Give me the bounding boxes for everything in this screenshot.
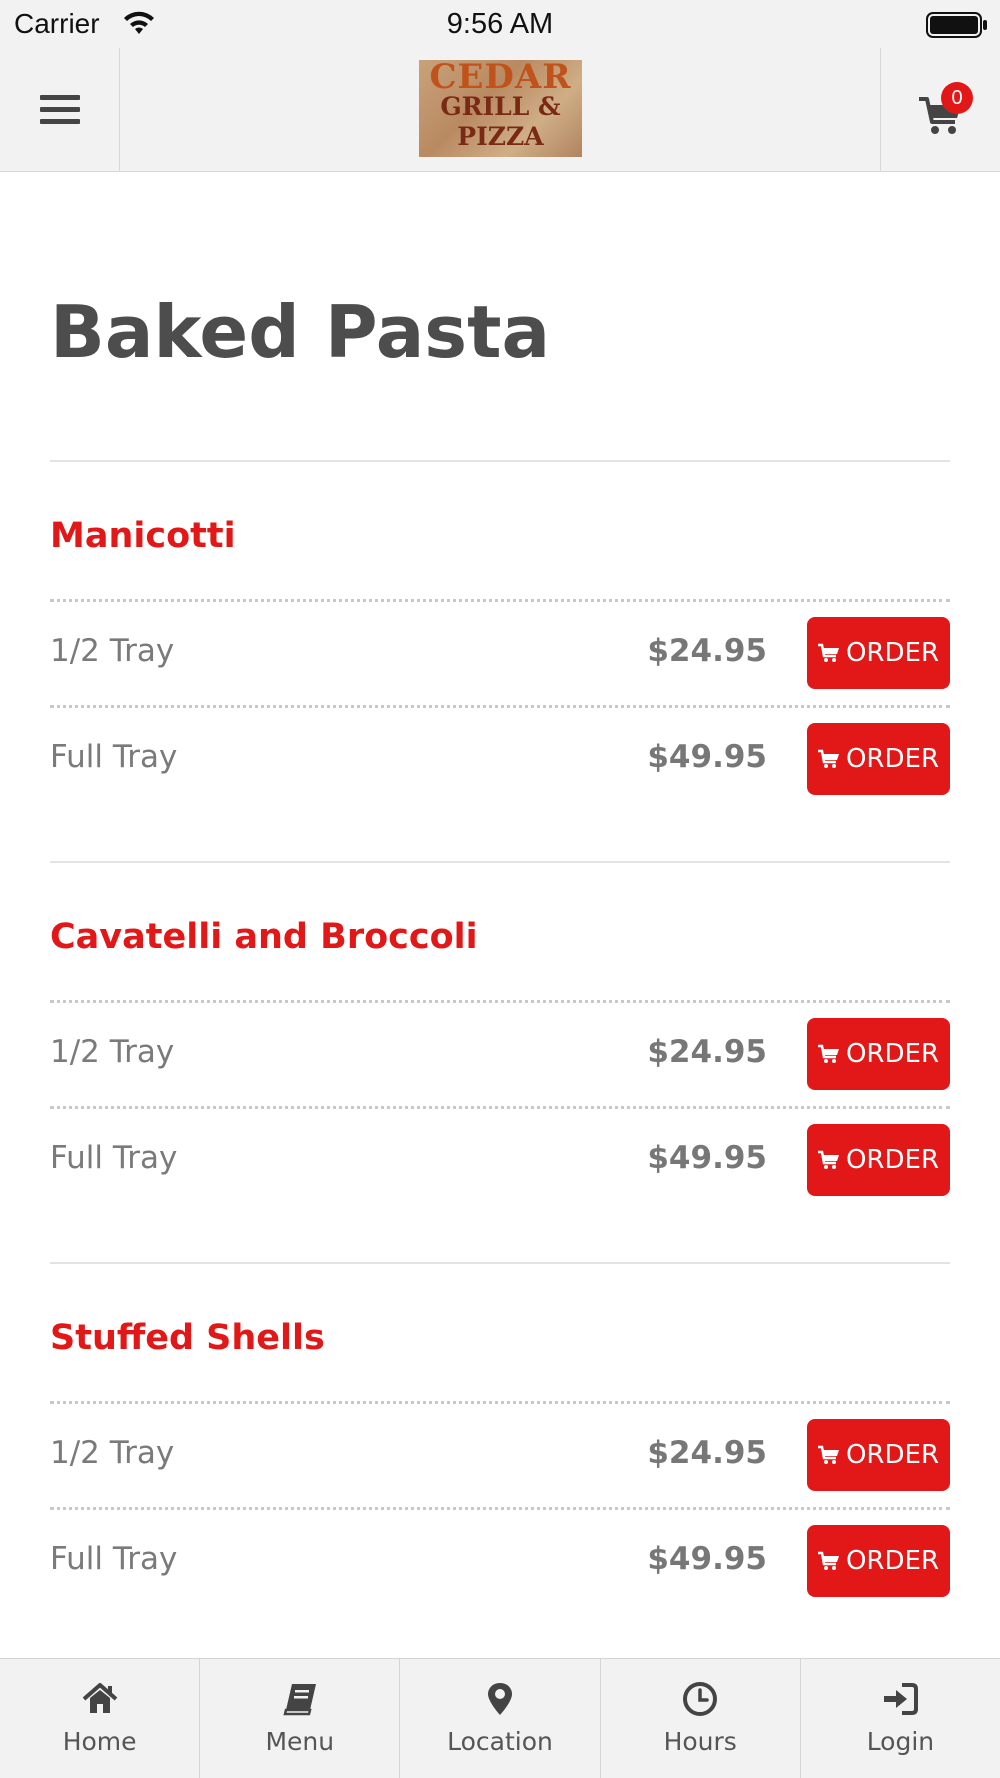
cart-icon xyxy=(817,749,839,768)
order-button[interactable]: ORDER xyxy=(807,617,950,689)
tab-login[interactable]: Login xyxy=(801,1659,1000,1778)
price: $49.95 xyxy=(647,1541,767,1577)
dotted-divider xyxy=(50,1106,950,1109)
cart-count-badge: 0 xyxy=(941,82,973,114)
battery-icon xyxy=(926,12,987,38)
cart-icon xyxy=(817,1044,839,1063)
home-icon xyxy=(82,1683,117,1713)
size-label: Full Tray xyxy=(50,739,178,775)
logo-line-3: PIZZA xyxy=(457,122,544,151)
section-divider xyxy=(50,1262,950,1264)
price: $24.95 xyxy=(647,1435,767,1471)
clock-icon xyxy=(683,1682,718,1716)
cart-button[interactable]: 0 xyxy=(880,48,1000,171)
logo-line-1: CEDAR xyxy=(429,60,572,97)
hamburger-icon xyxy=(39,94,80,124)
price: $24.95 xyxy=(647,633,767,669)
order-button[interactable]: ORDER xyxy=(807,1525,950,1597)
cart-icon xyxy=(817,1551,839,1570)
section-divider xyxy=(50,861,950,863)
price: $49.95 xyxy=(647,739,767,775)
size-label: 1/2 Tray xyxy=(50,1034,175,1070)
order-button[interactable]: ORDER xyxy=(807,1419,950,1491)
dotted-divider xyxy=(50,1000,950,1003)
cart-icon xyxy=(817,1150,839,1169)
order-label: ORDER xyxy=(845,638,940,668)
section-divider xyxy=(50,460,950,462)
item-title: Manicotti xyxy=(50,516,236,556)
size-label: 1/2 Tray xyxy=(50,633,175,669)
tab-label: Hours xyxy=(663,1727,737,1756)
tab-home[interactable]: Home xyxy=(0,1659,201,1778)
item-title: Stuffed Shells xyxy=(50,1318,325,1358)
price: $49.95 xyxy=(647,1140,767,1176)
order-label: ORDER xyxy=(845,1440,940,1470)
order-button[interactable]: ORDER xyxy=(807,1018,950,1090)
order-button[interactable]: ORDER xyxy=(807,723,950,795)
dotted-divider xyxy=(50,1507,950,1510)
restaurant-logo[interactable]: CEDAR GRILL & PIZZA xyxy=(419,60,582,157)
logo-line-2: GRILL & xyxy=(440,92,561,121)
status-bar: Carrier 9:56 AM xyxy=(0,0,1000,48)
app-header: CEDAR GRILL & PIZZA 0 xyxy=(0,48,1000,172)
size-label: Full Tray xyxy=(50,1541,178,1577)
page-title: Baked Pasta xyxy=(50,290,551,374)
tab-label: Location xyxy=(447,1727,553,1756)
dotted-divider xyxy=(50,705,950,708)
tab-label: Menu xyxy=(265,1727,335,1756)
order-label: ORDER xyxy=(845,1546,940,1576)
order-button[interactable]: ORDER xyxy=(807,1124,950,1196)
status-time: 9:56 AM xyxy=(446,8,554,40)
dotted-divider xyxy=(50,599,950,602)
tab-location[interactable]: Location xyxy=(400,1659,601,1778)
item-title: Cavatelli and Broccoli xyxy=(50,917,478,957)
tab-label: Login xyxy=(866,1727,935,1756)
size-label: Full Tray xyxy=(50,1140,178,1176)
tab-menu[interactable]: Menu xyxy=(200,1659,401,1778)
cart-icon xyxy=(817,1445,839,1464)
order-label: ORDER xyxy=(845,1145,940,1175)
sign-in-icon xyxy=(884,1683,919,1715)
order-label: ORDER xyxy=(845,744,940,774)
book-icon xyxy=(283,1684,316,1716)
tab-hours[interactable]: Hours xyxy=(601,1659,801,1778)
menu-button[interactable] xyxy=(0,48,120,171)
map-marker-icon xyxy=(488,1683,512,1715)
tab-label: Home xyxy=(62,1727,137,1756)
dotted-divider xyxy=(50,1401,950,1404)
price: $24.95 xyxy=(647,1034,767,1070)
cart-icon xyxy=(817,643,839,662)
order-label: ORDER xyxy=(845,1039,940,1069)
bottom-tab-bar: Home Menu Location Hours Login xyxy=(0,1658,1000,1778)
size-label: 1/2 Tray xyxy=(50,1435,175,1471)
